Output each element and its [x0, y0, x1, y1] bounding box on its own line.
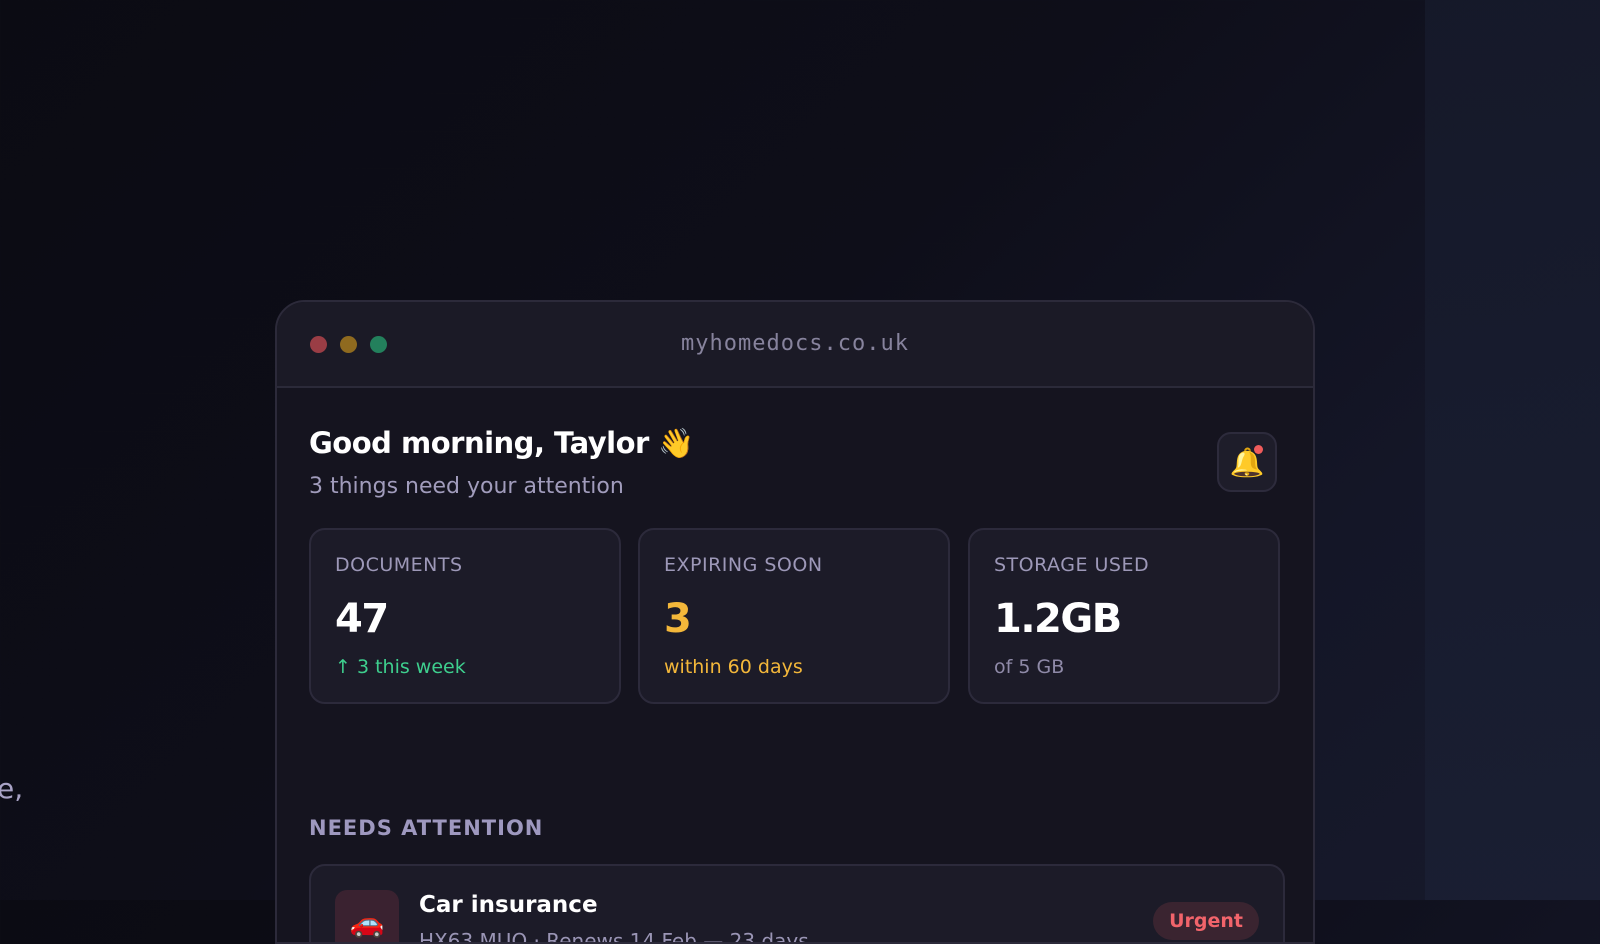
notifications-button[interactable]: 🔔	[1217, 432, 1277, 492]
car-icon: 🚗	[335, 890, 399, 942]
browser-window: myhomedocs.co.uk Good morning, Taylor 👋 …	[275, 300, 1315, 944]
page-subtitle: 3 things need your attention	[309, 474, 624, 499]
stat-note: of 5 GB	[994, 656, 1065, 678]
section-title-needs-attention: NEEDS ATTENTION	[309, 816, 544, 840]
stat-value: 1.2GB	[994, 596, 1122, 642]
stat-card-documents[interactable]: DOCUMENTS 47 ↑ 3 this week	[309, 528, 621, 704]
stat-label: DOCUMENTS	[335, 554, 463, 576]
address-bar-url[interactable]: myhomedocs.co.uk	[277, 331, 1313, 356]
stat-label: STORAGE USED	[994, 554, 1150, 576]
status-badge: Urgent	[1153, 902, 1259, 940]
stat-card-storage-used[interactable]: STORAGE USED 1.2GB of 5 GB	[968, 528, 1280, 704]
stat-label: EXPIRING SOON	[664, 554, 823, 576]
attention-item-car-insurance[interactable]: 🚗 Car insurance HX63 MUO · Renews 14 Feb…	[309, 864, 1285, 944]
stat-note: ↑ 3 this week	[335, 656, 466, 678]
background-text-fragment: e,	[0, 772, 24, 805]
stat-note: within 60 days	[664, 656, 803, 678]
page-title: Good morning, Taylor 👋	[309, 426, 695, 460]
stat-card-expiring-soon[interactable]: EXPIRING SOON 3 within 60 days	[638, 528, 950, 704]
attention-item-subtitle: HX63 MUO · Renews 14 Feb — 23 days	[419, 929, 809, 944]
window-titlebar: myhomedocs.co.uk	[277, 302, 1313, 388]
stat-value: 3	[664, 596, 692, 642]
attention-item-title: Car insurance	[419, 892, 598, 918]
stat-value: 47	[335, 596, 389, 642]
background-side-panel	[1425, 0, 1600, 900]
notification-indicator	[1254, 445, 1263, 454]
